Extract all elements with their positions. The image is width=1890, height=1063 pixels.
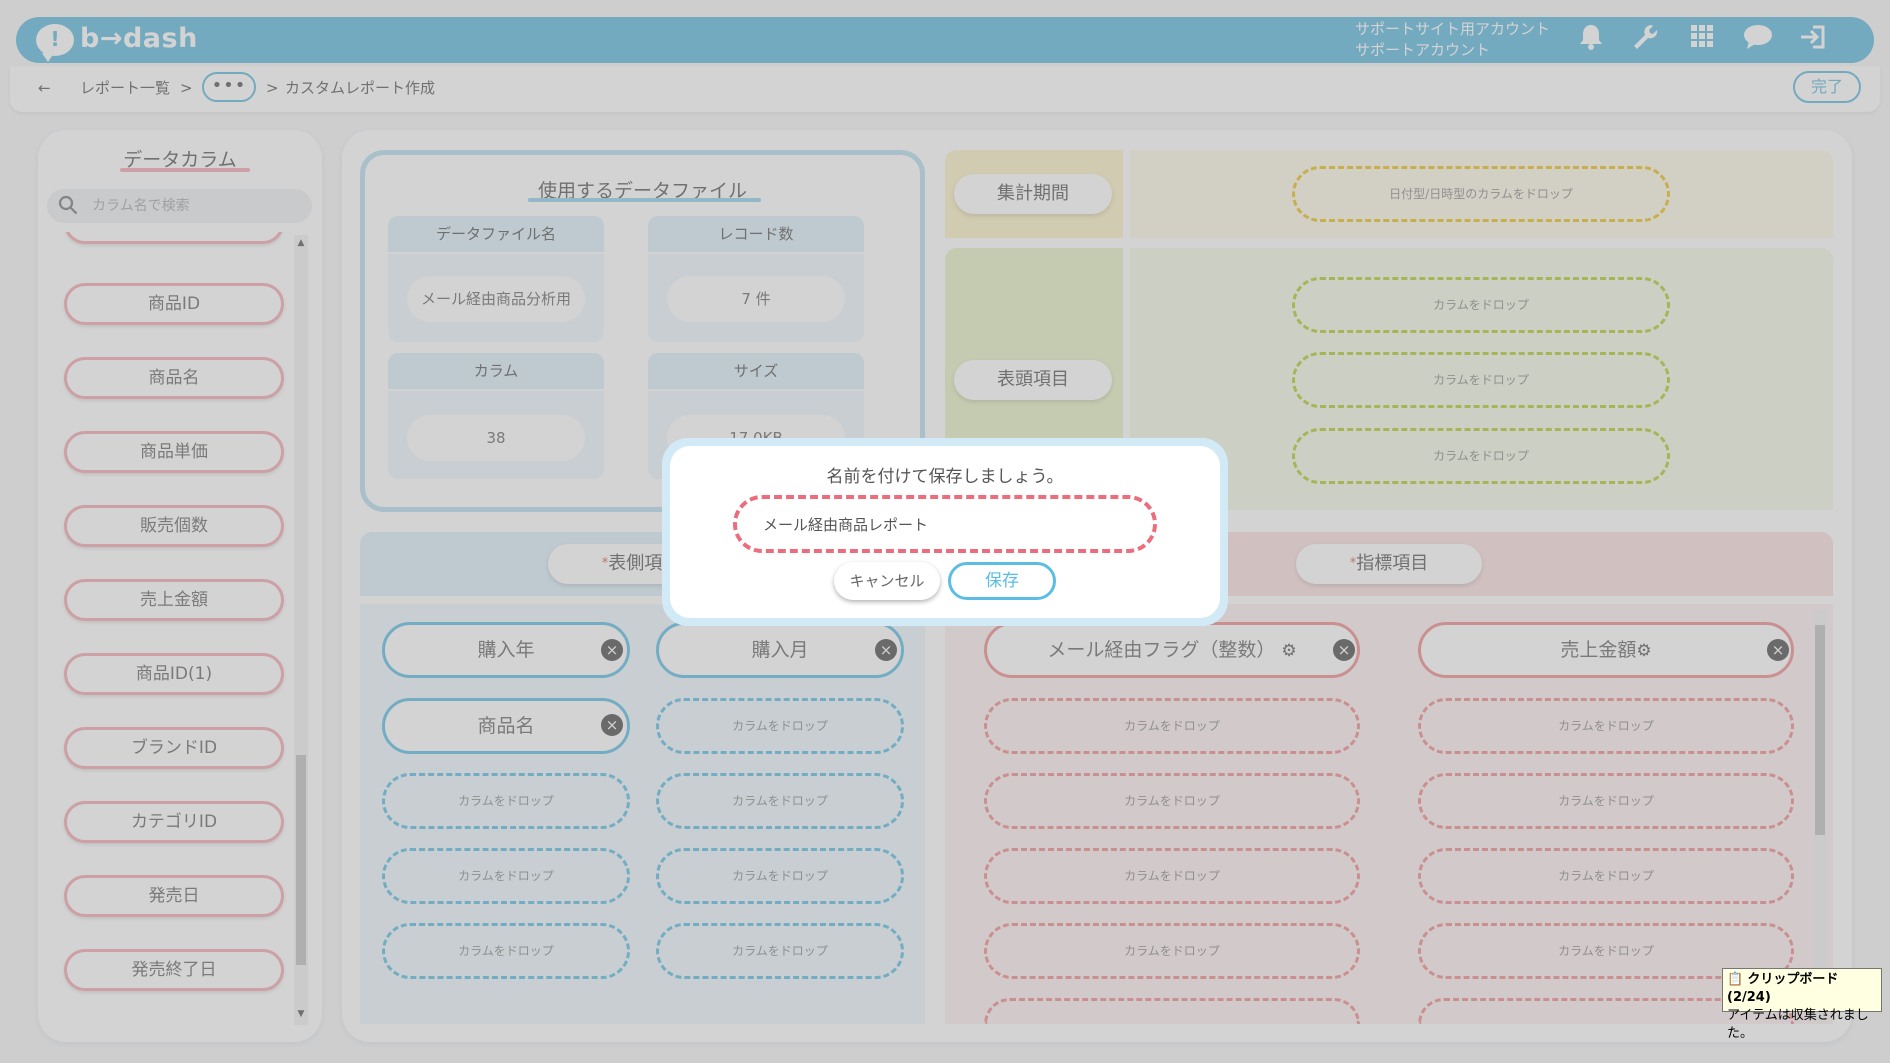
save-button[interactable]: 保存 xyxy=(948,562,1056,600)
cancel-button[interactable]: キャンセル xyxy=(834,562,940,600)
clipboard-title: クリップボード (2/24) xyxy=(1727,972,1839,1005)
clipboard-toast[interactable]: 📋 クリップボード (2/24) アイテムは収集されました。 xyxy=(1722,968,1882,1041)
save-dialog-message: 名前を付けて保存しましょう。 xyxy=(826,467,1064,487)
report-name-input[interactable] xyxy=(733,495,1157,553)
clipboard-message: アイテムは収集されました。 xyxy=(1727,1008,1869,1041)
clipboard-icon: 📋 xyxy=(1727,972,1744,987)
